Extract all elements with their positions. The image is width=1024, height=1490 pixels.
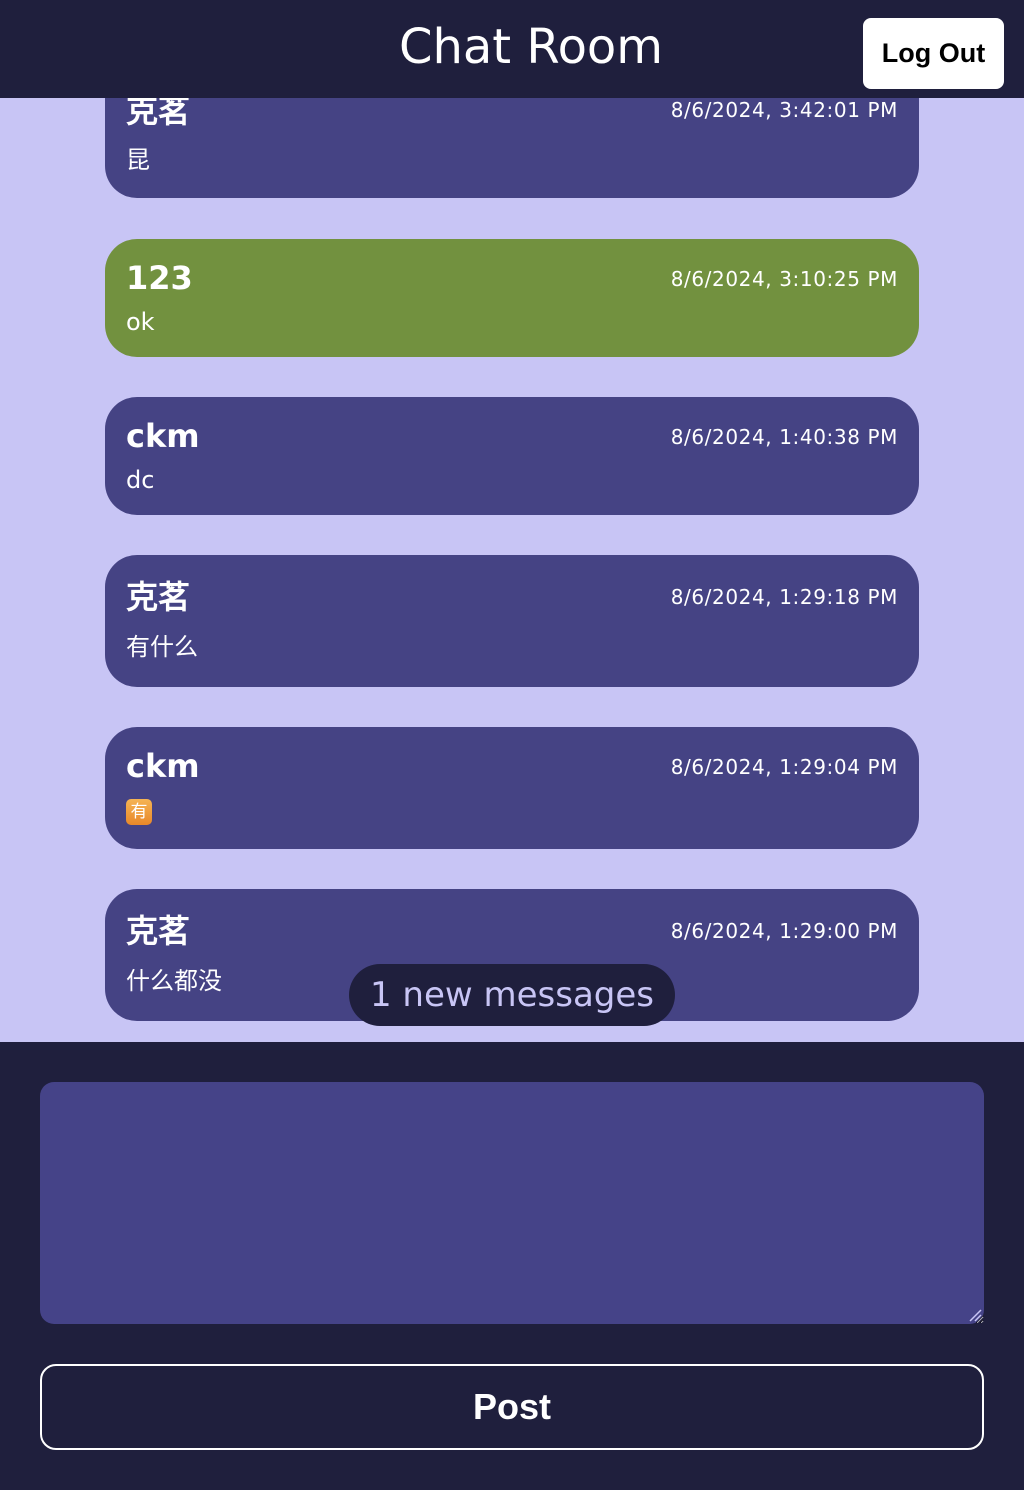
message-timestamp: 8/6/2024, 1:29:00 PM xyxy=(670,919,898,943)
composer: Post xyxy=(0,1042,1024,1490)
message-text: 有什么 xyxy=(126,633,198,661)
message-card: 克茗 8/6/2024, 1:29:18 PM 有什么 xyxy=(105,555,919,687)
message-username: ckm xyxy=(126,747,200,785)
message-card: 克茗 8/6/2024, 3:42:01 PM 昆 xyxy=(105,98,919,198)
message-text: 昆 xyxy=(126,146,150,174)
message-username: 123 xyxy=(126,259,193,297)
new-messages-indicator[interactable]: 1 new messages xyxy=(349,964,675,1026)
message-list[interactable]: 克茗 8/6/2024, 3:42:01 PM 昆 123 8/6/2024, … xyxy=(0,98,1024,1042)
message-input[interactable] xyxy=(40,1082,984,1324)
message-timestamp: 8/6/2024, 3:10:25 PM xyxy=(670,267,898,291)
message-username: 克茗 xyxy=(126,98,191,130)
message-text: 有 xyxy=(126,797,152,827)
logout-button[interactable]: Log Out xyxy=(863,18,1004,89)
message-username: ckm xyxy=(126,417,200,455)
message-card: ckm 8/6/2024, 1:40:38 PM dc xyxy=(105,397,919,515)
message-username: 克茗 xyxy=(126,578,191,616)
message-username: 克茗 xyxy=(126,912,191,950)
resize-handle-icon[interactable] xyxy=(968,1308,982,1322)
message-text: ok xyxy=(126,308,155,336)
message-timestamp: 8/6/2024, 3:42:01 PM xyxy=(670,98,898,122)
message-timestamp: 8/6/2024, 1:40:38 PM xyxy=(670,425,898,449)
message-card: ckm 8/6/2024, 1:29:04 PM 有 xyxy=(105,727,919,849)
header-bar: Chat Room Log Out xyxy=(0,0,1024,98)
message-text: dc xyxy=(126,466,155,494)
chat-app: Chat Room Log Out 克茗 8/6/2024, 3:42:01 P… xyxy=(0,0,1024,1490)
message-text: 什么都没 xyxy=(126,967,222,995)
message-card-own: 123 8/6/2024, 3:10:25 PM ok xyxy=(105,239,919,357)
post-button[interactable]: Post xyxy=(40,1364,984,1450)
message-timestamp: 8/6/2024, 1:29:18 PM xyxy=(670,585,898,609)
message-timestamp: 8/6/2024, 1:29:04 PM xyxy=(670,755,898,779)
squared-have-emoji-icon: 有 xyxy=(126,799,152,825)
